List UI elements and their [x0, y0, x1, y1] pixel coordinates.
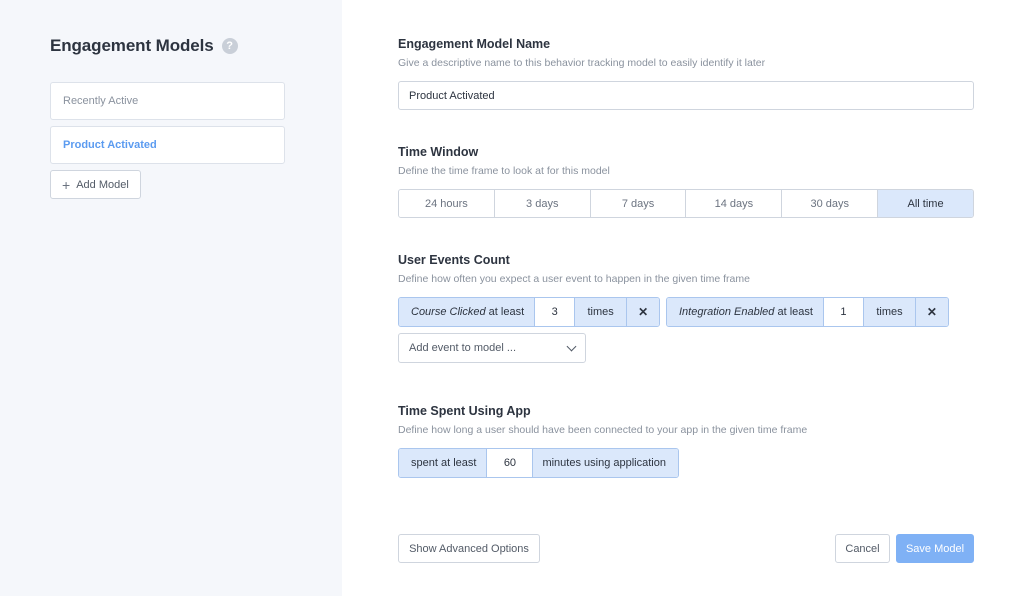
close-icon[interactable]: ✕: [915, 298, 948, 326]
time-option-24-hours[interactable]: 24 hours: [399, 190, 495, 217]
time-spent-input[interactable]: 60: [487, 449, 534, 477]
time-option-14-days[interactable]: 14 days: [686, 190, 783, 217]
event-rule-label: Integration Enabled at least: [667, 298, 824, 326]
event-qualifier: at least: [777, 306, 813, 318]
time-option-30-days[interactable]: 30 days: [782, 190, 879, 217]
add-event-placeholder: Add event to model ...: [409, 342, 517, 354]
show-advanced-options-button[interactable]: Show Advanced Options: [398, 534, 540, 563]
time-spent-suffix: minutes using application: [533, 449, 678, 477]
model-item-product-activated[interactable]: Product Activated: [50, 126, 285, 164]
time-spent-description: Define how long a user should have been …: [398, 424, 808, 436]
event-name: Course Clicked: [411, 306, 486, 318]
sidebar: Engagement Models ? Recently Active Prod…: [0, 0, 342, 596]
close-icon[interactable]: ✕: [627, 298, 660, 326]
events-section-description: Define how often you expect a user event…: [398, 273, 750, 285]
event-rule-label: Course Clicked at least: [399, 298, 536, 326]
model-item-label: Recently Active: [63, 95, 139, 107]
event-rule-integration-enabled: Integration Enabled at least 1 times ✕: [666, 297, 949, 327]
time-window-description: Define the time frame to look at for thi…: [398, 165, 610, 177]
cancel-button[interactable]: Cancel: [835, 534, 890, 563]
event-qualifier: at least: [488, 306, 525, 318]
time-spent-rule: spent at least 60 minutes using applicat…: [398, 448, 679, 478]
plus-icon: +: [62, 176, 71, 193]
model-name-input[interactable]: [398, 81, 974, 110]
sidebar-title: Engagement Models: [50, 36, 214, 55]
events-section-title: User Events Count: [398, 253, 510, 267]
event-count-input[interactable]: 3: [535, 298, 576, 326]
time-spent-prefix: spent at least: [399, 449, 488, 477]
name-section-title: Engagement Model Name: [398, 37, 551, 51]
question-circle-icon[interactable]: ?: [221, 38, 238, 54]
time-spent-title: Time Spent Using App: [398, 404, 531, 418]
save-model-button[interactable]: Save Model: [896, 534, 974, 563]
add-model-button[interactable]: + Add Model: [50, 170, 141, 199]
event-unit: times: [863, 298, 916, 326]
sidebar-header: Engagement Models ?: [50, 36, 238, 56]
add-model-label: Add Model: [76, 178, 129, 191]
model-item-recently-active[interactable]: Recently Active: [50, 82, 285, 120]
event-rule-course-clicked: Course Clicked at least 3 times ✕: [398, 297, 661, 327]
model-item-label: Product Activated: [63, 139, 157, 151]
event-count-input[interactable]: 1: [823, 298, 864, 326]
add-event-dropdown[interactable]: Add event to model ...: [398, 333, 586, 363]
event-unit: times: [575, 298, 628, 326]
time-option-7-days[interactable]: 7 days: [590, 190, 687, 217]
time-option-3-days[interactable]: 3 days: [494, 190, 591, 217]
name-section-description: Give a descriptive name to this behavior…: [398, 57, 766, 69]
event-name: Integration Enabled: [679, 306, 775, 318]
time-option-all-time[interactable]: All time: [878, 190, 973, 217]
chevron-down-icon: [566, 341, 577, 352]
time-window-selector: 24 hours 3 days 7 days 14 days 30 days A…: [398, 189, 974, 218]
time-window-title: Time Window: [398, 145, 479, 159]
